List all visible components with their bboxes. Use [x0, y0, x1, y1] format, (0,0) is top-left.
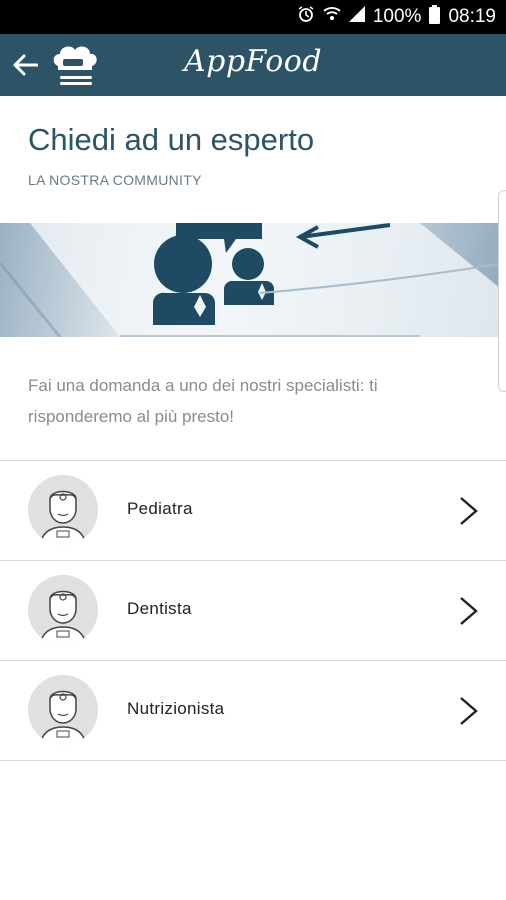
status-bar: 100% 08:19 [0, 0, 506, 34]
wifi-icon [323, 5, 341, 29]
chevron-right-icon [460, 697, 478, 725]
expert-row-dentista[interactable]: Dentista [0, 561, 506, 661]
page-header: Chiedi ad un esperto LA NOSTRA COMMUNITY [28, 122, 314, 188]
battery-icon [429, 4, 441, 30]
expert-avatar [28, 675, 98, 745]
doctor-avatar-icon [28, 475, 98, 545]
hero-image [0, 223, 506, 337]
app-bar: AppFood [0, 34, 506, 96]
battery-percent: 100% [372, 6, 422, 27]
expert-label: Dentista [127, 599, 192, 618]
expert-row-nutrizionista[interactable]: Nutrizionista [0, 661, 506, 761]
doctor-avatar-icon [28, 675, 98, 745]
community-keyboard-illustration [0, 223, 506, 337]
expert-avatar [28, 575, 98, 645]
brand-logo: AppFood [183, 44, 323, 79]
side-scroll-handle[interactable] [498, 190, 506, 392]
description-text: Fai una domanda a uno dei nostri special… [28, 376, 378, 426]
expert-label: Nutrizionista [127, 699, 225, 718]
signal-icon [348, 5, 365, 29]
expert-row-pediatra[interactable]: Pediatra [0, 461, 506, 561]
status-bar-right: 100% 08:19 [297, 0, 496, 34]
expert-label: Pediatra [127, 499, 193, 518]
doctor-avatar-icon [28, 575, 98, 645]
page-title: Chiedi ad un esperto [28, 122, 315, 157]
alarm-icon [297, 5, 315, 29]
page-subtitle: LA NOSTRA COMMUNITY [28, 172, 202, 188]
clock: 08:19 [448, 6, 496, 27]
expert-avatar [28, 475, 98, 545]
chevron-right-icon [460, 497, 478, 525]
experts-list: Pediatra Dentista Nutrizionista [0, 460, 506, 761]
chevron-right-icon [460, 597, 478, 625]
